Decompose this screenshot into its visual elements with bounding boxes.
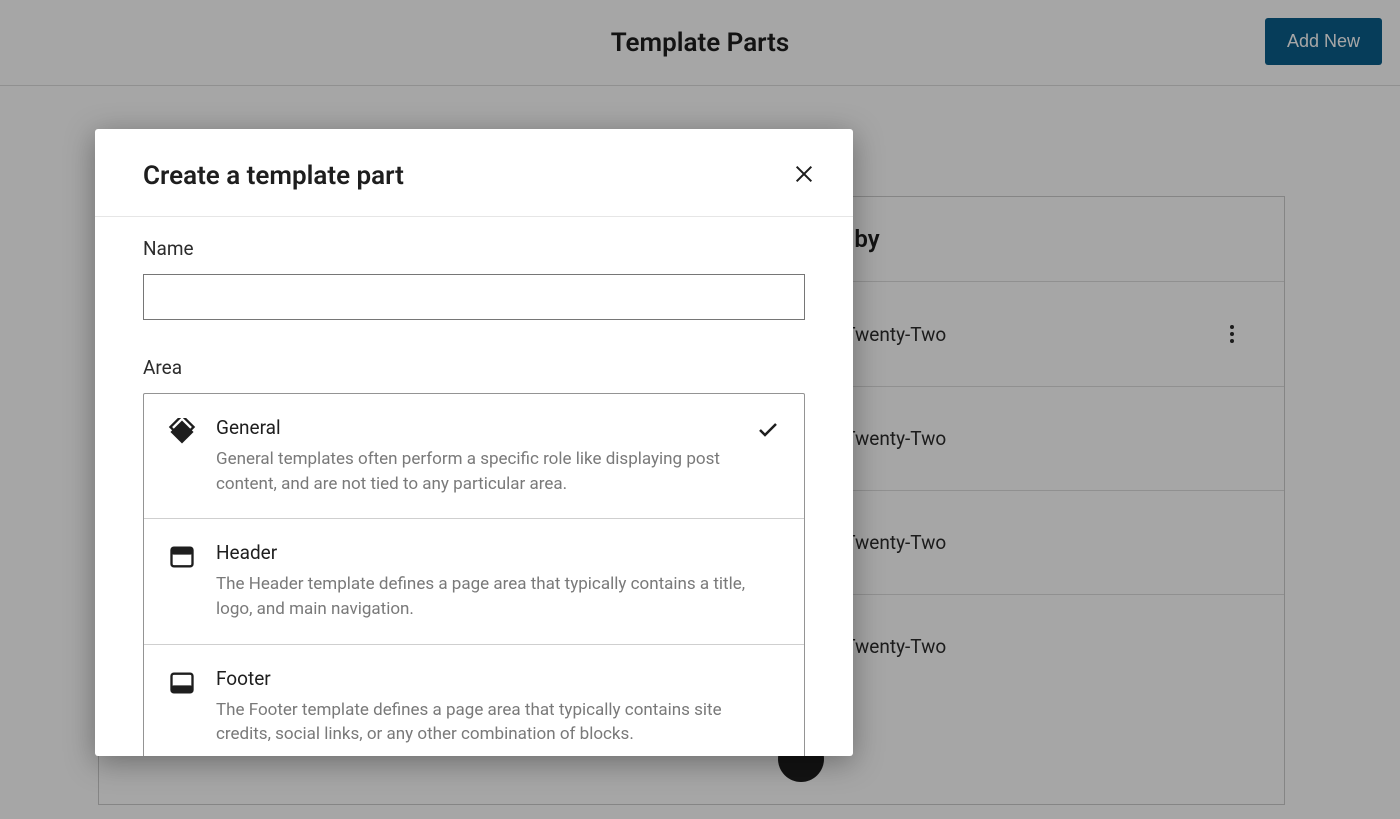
area-option-header[interactable]: Header The Header template defines a pag… bbox=[144, 518, 804, 643]
check-icon bbox=[756, 418, 780, 442]
header-icon bbox=[168, 543, 196, 571]
modal-title: Create a template part bbox=[143, 161, 404, 191]
area-list: General General templates often perform … bbox=[143, 393, 805, 756]
area-option-text: Footer The Footer template defines a pag… bbox=[216, 667, 780, 747]
area-option-desc: The Header template defines a page area … bbox=[216, 572, 780, 621]
area-option-text: Header The Header template defines a pag… bbox=[216, 541, 780, 621]
footer-icon bbox=[168, 669, 196, 697]
name-input[interactable] bbox=[143, 274, 805, 320]
area-option-general[interactable]: General General templates often perform … bbox=[144, 394, 804, 518]
modal-header: Create a template part bbox=[95, 129, 853, 217]
area-option-text: General General templates often perform … bbox=[216, 416, 736, 496]
area-option-name: General bbox=[216, 416, 736, 439]
area-option-desc: The Footer template defines a page area … bbox=[216, 698, 780, 747]
area-label: Area bbox=[143, 356, 805, 379]
close-icon bbox=[793, 163, 815, 185]
area-option-name: Footer bbox=[216, 667, 780, 690]
area-option-name: Header bbox=[216, 541, 780, 564]
modal-body: Name Area General General templates ofte… bbox=[95, 217, 853, 756]
layout-icon bbox=[168, 418, 196, 446]
close-button[interactable] bbox=[787, 157, 821, 194]
name-label: Name bbox=[143, 237, 805, 260]
area-option-desc: General templates often perform a specif… bbox=[216, 447, 736, 496]
create-template-part-modal: Create a template part Name Area General… bbox=[95, 129, 853, 756]
area-option-footer[interactable]: Footer The Footer template defines a pag… bbox=[144, 644, 804, 756]
